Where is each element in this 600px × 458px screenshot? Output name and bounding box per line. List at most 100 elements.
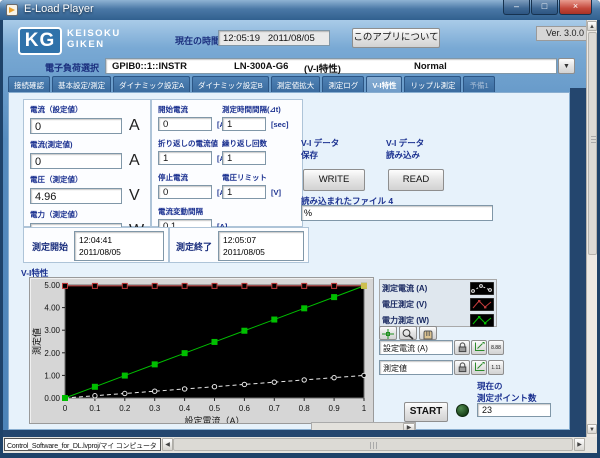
svg-text:0.3: 0.3 bbox=[149, 404, 161, 413]
write-button[interactable]: WRITE bbox=[303, 169, 365, 191]
scroll-up-button[interactable]: ▲ bbox=[587, 21, 597, 31]
tab-vi-characteristics[interactable]: V-I特性 bbox=[366, 76, 402, 93]
device-select-label: 電子負荷選択 bbox=[45, 61, 99, 74]
y-scale-row: 測定値 1.11 bbox=[379, 360, 509, 375]
measure-start-label: 測定開始 bbox=[32, 240, 68, 253]
measure-interval-input[interactable]: 1 bbox=[222, 117, 266, 131]
legend-plot-style-icon-1 bbox=[470, 298, 494, 311]
about-app-button[interactable]: このアプリについて bbox=[352, 28, 440, 48]
current-measured-label: 電流(測定値) bbox=[30, 139, 150, 150]
setting-stop-current: 停止電流0[A] bbox=[158, 172, 227, 199]
svg-text:0.4: 0.4 bbox=[179, 404, 191, 413]
stop-current-input[interactable]: 0 bbox=[158, 185, 212, 199]
voltage-limit-input[interactable]: 1 bbox=[222, 185, 266, 199]
graph-palette bbox=[379, 326, 439, 340]
device-model: LN-300A-G6 bbox=[234, 61, 288, 72]
minimize-button[interactable]: – bbox=[503, 0, 530, 15]
brand-name: KEISOKU GIKEN bbox=[67, 28, 121, 50]
project-context-box[interactable]: Control_Software_for_DL.lvproj/マイ コンピュータ bbox=[4, 438, 161, 451]
tab-bar: 接続確認基本設定/測定ダイナミック設定Aダイナミック設定B測定値拡大測定ログV-… bbox=[8, 76, 497, 93]
y-scale-autoscale-button[interactable] bbox=[471, 360, 487, 375]
vi-load-label: V-I データ 読み込み bbox=[386, 137, 424, 161]
caption-buttons: – □ × bbox=[502, 0, 592, 15]
svg-text:1.00: 1.00 bbox=[44, 371, 60, 380]
autoscale-icon bbox=[473, 341, 486, 353]
app-window: E-Load Player – □ × KG KEISOKU GIKEN 現在の… bbox=[0, 0, 600, 458]
y-scale-name-box[interactable]: 測定値 bbox=[379, 360, 453, 375]
current-setpoint-display: 0 bbox=[30, 118, 122, 134]
current-setpoint-unit: A bbox=[129, 117, 140, 135]
y-scale-lock-button[interactable] bbox=[454, 360, 470, 375]
read-button[interactable]: READ bbox=[388, 169, 444, 191]
start-current-row: 0[A] bbox=[158, 117, 227, 131]
graph-cursor-tool-button[interactable] bbox=[379, 326, 397, 340]
svg-text:3.00: 3.00 bbox=[44, 326, 60, 335]
panel-edge-right bbox=[570, 88, 586, 437]
scale-legend: 設定電流 (A) 8.88 測定値 1.11 bbox=[379, 340, 509, 380]
legend-item-1[interactable]: 電圧測定 (V) bbox=[382, 296, 494, 312]
svg-text:5.00: 5.00 bbox=[44, 281, 60, 290]
tab-dynamic-b[interactable]: ダイナミック設定B bbox=[192, 76, 269, 93]
legend-item-0[interactable]: 測定電流 (A) bbox=[382, 280, 494, 296]
device-dropdown-button[interactable]: ▼ bbox=[558, 58, 575, 74]
voltage-measured-row: 4.96V bbox=[30, 187, 150, 205]
device-address: GPIB0::1::INSTR bbox=[112, 61, 187, 72]
voltage-measured-unit: V bbox=[129, 187, 140, 205]
tab-connection-check[interactable]: 接続確認 bbox=[8, 76, 50, 93]
x-scale-format-button[interactable]: 8.88 bbox=[488, 340, 504, 355]
device-model-note: (V-I特性) bbox=[304, 61, 341, 75]
vi-save-label: V-I データ 保存 bbox=[301, 137, 339, 161]
run-led-indicator bbox=[456, 404, 469, 417]
scroll-right-button[interactable]: ▶ bbox=[574, 438, 585, 451]
svg-text:2.00: 2.00 bbox=[44, 349, 60, 358]
y-scale-format-button[interactable]: 1.11 bbox=[488, 360, 504, 375]
maximize-button[interactable]: □ bbox=[531, 0, 558, 15]
repeat-count-input[interactable]: 1 bbox=[222, 151, 266, 165]
measure-start-time-display: 12:04:41 2011/08/05 bbox=[74, 231, 164, 261]
device-select-combo[interactable]: GPIB0::1::INSTR LN-300A-G6 (V-I特性) Norma… bbox=[105, 58, 557, 74]
loaded-file-path-field[interactable]: % bbox=[301, 205, 493, 221]
x-scale-lock-button[interactable] bbox=[454, 340, 470, 355]
x-axis-label: 設定電流（A） bbox=[184, 415, 244, 423]
tab-measure-zoom[interactable]: 測定値拡大 bbox=[271, 76, 321, 93]
start-button[interactable]: START bbox=[404, 402, 448, 422]
turnaround-current-input[interactable]: 1 bbox=[158, 151, 212, 165]
setting-start-current: 開始電流0[A] bbox=[158, 104, 227, 131]
measurement-fields: 電流（設定値）0A電流(測定値)0A電圧（測定値）4.96V電力（測定値）0.0… bbox=[30, 104, 150, 240]
close-button[interactable]: × bbox=[559, 0, 592, 15]
scroll-down-button[interactable]: ▼ bbox=[587, 424, 597, 434]
brand-line1: KEISOKU bbox=[67, 28, 121, 39]
vi-tab-page: 電流（設定値）0A電流(測定値)0A電圧（測定値）4.96V電力（測定値）0.0… bbox=[8, 92, 570, 430]
setting-turnaround-current: 折り返しの電流値1[A] bbox=[158, 138, 227, 165]
scroll-left-button[interactable]: ◀ bbox=[162, 438, 173, 451]
x-scale-autoscale-button[interactable] bbox=[471, 340, 487, 355]
voltage-limit-row: 1 [V] bbox=[222, 185, 289, 199]
graph-pan-tool-button[interactable] bbox=[419, 326, 437, 340]
voltage-limit-unit: [V] bbox=[271, 188, 281, 197]
tab-dynamic-a[interactable]: ダイナミック設定A bbox=[113, 76, 190, 93]
window-title: E-Load Player bbox=[24, 3, 94, 15]
svg-text:0.00: 0.00 bbox=[44, 394, 60, 403]
svg-text:0.7: 0.7 bbox=[269, 404, 281, 413]
turnaround-current-label: 折り返しの電流値 bbox=[158, 138, 227, 149]
horizontal-scrollbar-thumb[interactable] bbox=[173, 438, 573, 451]
vertical-scrollbar-thumb[interactable] bbox=[588, 32, 597, 255]
tab-measure-log[interactable]: 測定ログ bbox=[322, 76, 364, 93]
x-scale-name-box[interactable]: 設定電流 (A) bbox=[379, 340, 453, 355]
legend-plot-style-icon-0 bbox=[470, 282, 494, 295]
start-current-input[interactable]: 0 bbox=[158, 117, 212, 131]
current-time-label: 現在の時間 bbox=[175, 34, 220, 47]
x-scale-row: 設定電流 (A) 8.88 bbox=[379, 340, 509, 355]
measurement-panel: 電流（設定値）0A電流(測定値)0A電圧（測定値）4.96V電力（測定値）0.0… bbox=[23, 99, 151, 227]
current-measured-unit: A bbox=[129, 152, 140, 170]
measurement-current-measured: 電流(測定値)0A bbox=[30, 139, 150, 170]
svg-text:0.2: 0.2 bbox=[119, 404, 131, 413]
tab-basic-settings[interactable]: 基本設定/測定 bbox=[52, 76, 111, 93]
repeat-count-row: 1 bbox=[222, 151, 289, 165]
vertical-scrollbar[interactable]: ▲ ▼ bbox=[586, 20, 597, 437]
autoscale-icon bbox=[473, 361, 486, 373]
legend-label-2: 電力測定 (W) bbox=[382, 315, 470, 326]
tab-ripple[interactable]: リップル測定 bbox=[404, 76, 461, 93]
voltage-limit-label: 電圧リミット bbox=[222, 172, 289, 183]
graph-zoom-tool-button[interactable] bbox=[399, 326, 417, 340]
